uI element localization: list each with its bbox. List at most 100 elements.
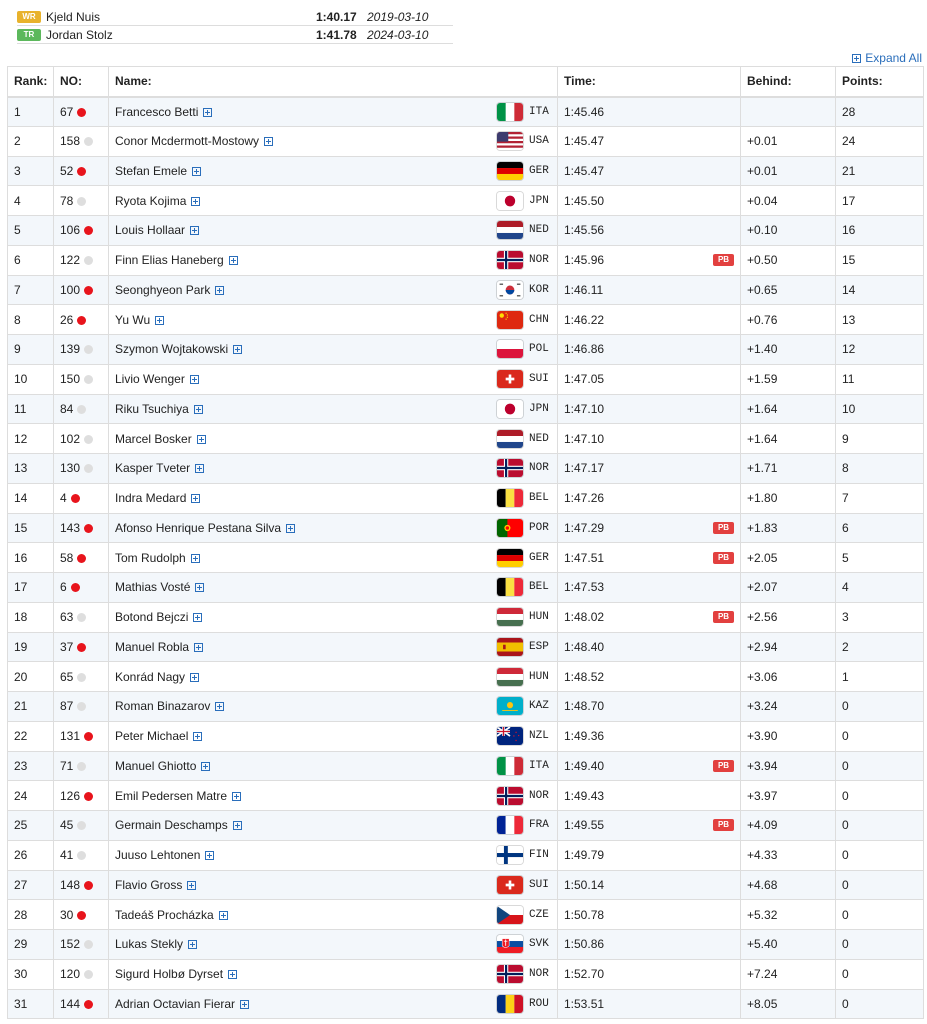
header-rank[interactable]: Rank: <box>7 66 54 98</box>
points-cell: 15 <box>835 244 924 276</box>
start-number: 87 <box>60 699 74 714</box>
athlete-name[interactable]: Tom Rudolph <box>115 551 186 565</box>
expand-row-icon[interactable] <box>233 345 243 355</box>
athlete-name[interactable]: Mathias Vosté <box>115 580 190 594</box>
expand-row-icon[interactable] <box>286 523 296 533</box>
header-behind[interactable]: Behind: <box>740 66 836 98</box>
pb-badge: PB <box>713 611 734 624</box>
athlete-name[interactable]: Riku Tsuchiya <box>115 402 189 416</box>
time-cell: 1:49.55 PB <box>557 810 741 841</box>
expand-all-link[interactable]: Expand All <box>852 51 922 65</box>
start-number: 102 <box>60 431 81 446</box>
country: HUN <box>497 667 551 686</box>
expand-row-icon[interactable] <box>188 940 198 950</box>
athlete-name[interactable]: Indra Medard <box>115 491 186 505</box>
name-cell: Juuso Lehtonen FIN <box>108 839 558 871</box>
start-number: 6 <box>60 580 67 595</box>
athlete-name[interactable]: Marcel Bosker <box>115 432 192 446</box>
race-time: 1:47.17 <box>564 461 605 476</box>
expand-row-icon[interactable] <box>190 553 200 563</box>
expand-row-icon[interactable] <box>264 137 274 147</box>
athlete-name[interactable]: Adrian Octavian Fierar <box>115 997 235 1011</box>
expand-row-icon[interactable] <box>192 166 202 176</box>
athlete-name[interactable]: Yu Wu <box>115 313 150 327</box>
expand-row-icon[interactable] <box>218 910 228 920</box>
athlete-name[interactable]: Stefan Emele <box>115 164 187 178</box>
expand-row-icon[interactable] <box>193 404 203 414</box>
expand-row-icon[interactable] <box>155 315 165 325</box>
expand-row-icon[interactable] <box>191 494 201 504</box>
athlete-name[interactable]: Afonso Henrique Pestana Silva <box>115 521 281 535</box>
expand-row-icon[interactable] <box>215 702 225 712</box>
expand-row-icon[interactable] <box>228 970 238 980</box>
record-time: 1:40.17 <box>316 9 357 24</box>
athlete-name[interactable]: Flavio Gross <box>115 878 182 892</box>
expand-row-icon[interactable] <box>232 791 242 801</box>
expand-row-icon[interactable] <box>203 107 213 117</box>
name-cell: Yu Wu CHN <box>108 304 558 335</box>
expand-row-icon[interactable] <box>228 256 238 266</box>
athlete-name[interactable]: Francesco Betti <box>115 105 198 119</box>
name-cell: Manuel Robla ESP <box>108 631 558 663</box>
country-code: NED <box>529 432 549 445</box>
athlete-name[interactable]: Kasper Tveter <box>115 461 190 475</box>
athlete-name[interactable]: Seonghyeon Park <box>115 283 210 297</box>
athlete-name[interactable]: Peter Michael <box>115 729 188 743</box>
athlete-name[interactable]: Tadeáš Procházka <box>115 908 214 922</box>
record-date: 2019-03-10 <box>367 9 429 24</box>
expand-row-icon[interactable] <box>201 761 211 771</box>
athlete-name[interactable]: Manuel Robla <box>115 640 189 654</box>
header-name[interactable]: Name: <box>108 66 558 98</box>
athlete-name[interactable]: Conor Mcdermott-Mostowy <box>115 134 259 148</box>
expand-row-icon[interactable] <box>194 642 204 652</box>
rank-cell: 31 <box>7 988 54 1020</box>
expand-row-icon[interactable] <box>232 821 242 831</box>
expand-row-icon[interactable] <box>193 613 203 623</box>
results-table: Rank: NO: Name: Time: Behind: Points: 16… <box>7 66 924 1020</box>
athlete-name[interactable]: Juuso Lehtonen <box>115 848 200 862</box>
race-time: 1:46.22 <box>564 312 605 327</box>
athlete-name[interactable]: Livio Wenger <box>115 372 185 386</box>
athlete-name[interactable]: Emil Pedersen Matre <box>115 789 227 803</box>
athlete-name[interactable]: Szymon Wojtakowski <box>115 342 228 356</box>
country-code: POL <box>529 343 549 356</box>
athlete-name[interactable]: Germain Deschamps <box>115 818 228 832</box>
athlete-name[interactable]: Roman Binazarov <box>115 699 210 713</box>
name-cell: Livio Wenger SUI <box>108 363 558 395</box>
athlete-name[interactable]: Botond Bejczi <box>115 610 188 624</box>
points-cell: 5 <box>835 542 924 573</box>
expand-row-icon[interactable] <box>193 732 203 742</box>
points-cell: 9 <box>835 423 924 454</box>
country: ROU <box>497 994 551 1013</box>
expand-row-icon[interactable] <box>189 375 199 385</box>
expand-row-icon[interactable] <box>190 672 200 682</box>
rank-cell: 29 <box>7 929 54 960</box>
lane-dot-icon <box>84 226 94 236</box>
athlete-name[interactable]: Manuel Ghiotto <box>115 759 196 773</box>
expand-row-icon[interactable] <box>196 434 206 444</box>
header-points[interactable]: Points: <box>835 66 924 98</box>
expand-row-icon[interactable] <box>195 583 205 593</box>
start-number: 144 <box>60 996 81 1011</box>
time-cell: 1:48.70 <box>557 691 741 722</box>
athlete-name[interactable]: Finn Elias Haneberg <box>115 253 224 267</box>
expand-row-icon[interactable] <box>190 226 200 236</box>
expand-row-icon[interactable] <box>240 999 250 1009</box>
athlete-name[interactable]: Konrád Nagy <box>115 670 185 684</box>
country: POR <box>497 518 551 537</box>
expand-row-icon[interactable] <box>195 464 205 474</box>
athlete-name[interactable]: Sigurd Holbø Dyrset <box>115 967 223 981</box>
flag-icon <box>497 875 523 894</box>
record-row: WR Kjeld Nuis 1:40.17 2019-03-10 <box>17 8 453 26</box>
table-row: 6 122 Finn Elias Haneberg NOR 1:45.96 PB +0.50… <box>7 244 924 276</box>
athlete-name[interactable]: Ryota Kojima <box>115 194 186 208</box>
expand-row-icon[interactable] <box>191 196 201 206</box>
expand-row-icon[interactable] <box>215 285 225 295</box>
expand-row-icon[interactable] <box>187 880 197 890</box>
athlete-name[interactable]: Louis Hollaar <box>115 223 185 237</box>
country-code: GER <box>529 551 549 564</box>
header-no[interactable]: NO: <box>53 66 109 98</box>
header-time[interactable]: Time: <box>557 66 741 98</box>
athlete-name[interactable]: Lukas Stekly <box>115 937 183 951</box>
expand-row-icon[interactable] <box>205 851 215 861</box>
